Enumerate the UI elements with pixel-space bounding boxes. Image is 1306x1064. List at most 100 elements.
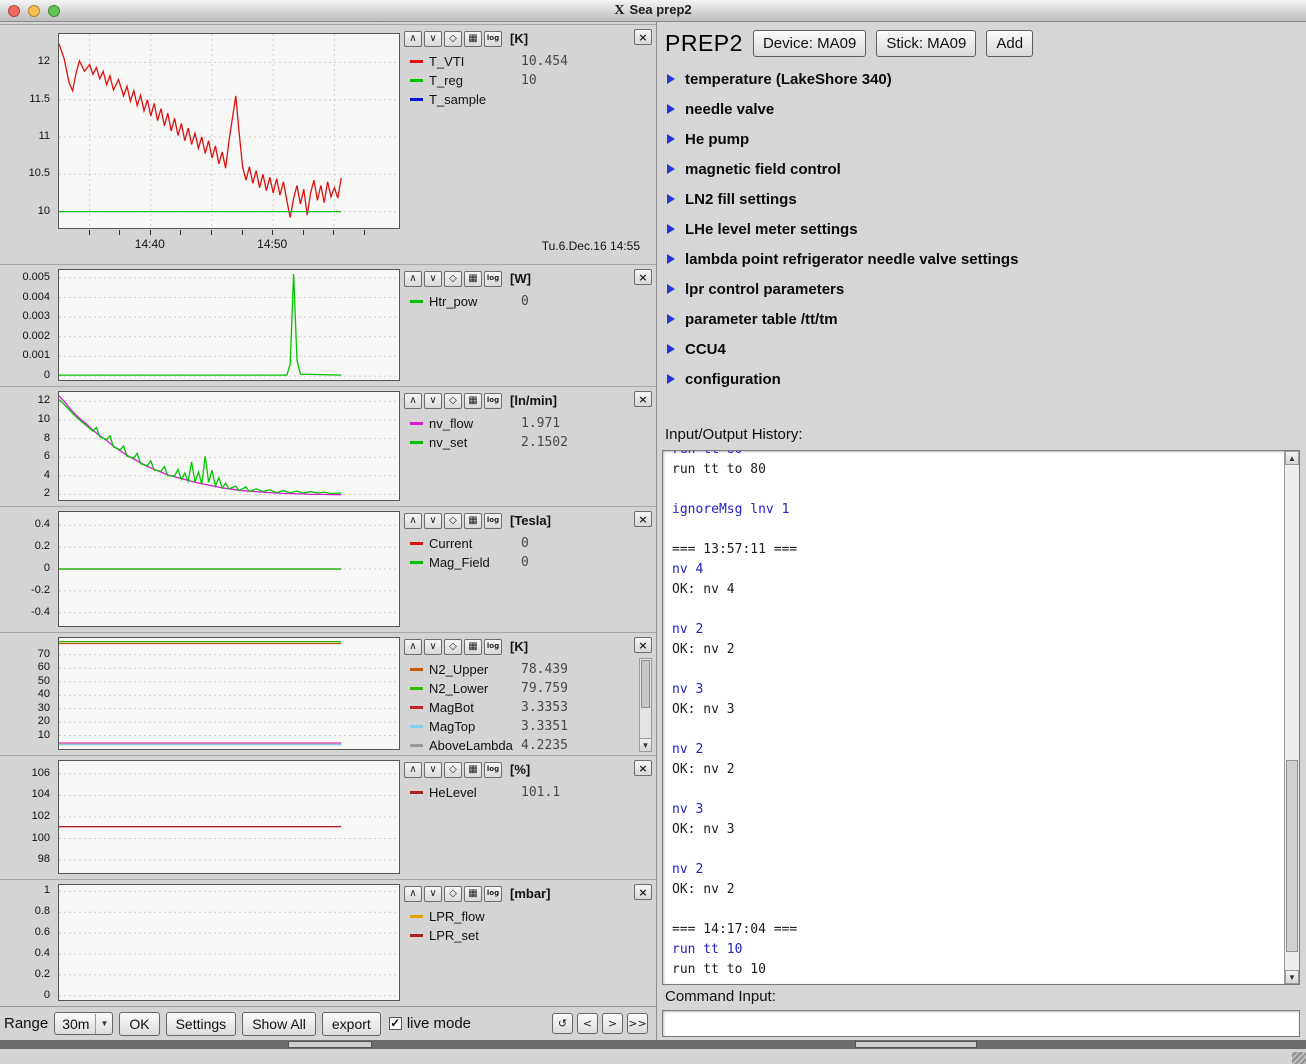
chart-plot[interactable]: [58, 637, 400, 750]
chart-plot[interactable]: [58, 884, 400, 1001]
log-scale-button[interactable]: log: [484, 393, 502, 409]
legend-item[interactable]: HeLevel101.1: [404, 783, 652, 802]
log-scale-button[interactable]: log: [484, 271, 502, 287]
close-chart-button[interactable]: ×: [634, 637, 652, 653]
scroll-up-button[interactable]: ∧: [404, 639, 422, 655]
scroll-down-button[interactable]: ∨: [424, 513, 442, 529]
tree-item[interactable]: parameter table /tt/tm: [667, 304, 1296, 334]
legend-item[interactable]: T_sample: [404, 90, 652, 109]
expand-triangle-icon[interactable]: [667, 284, 675, 294]
live-mode-checkbox[interactable]: ✓: [389, 1017, 402, 1030]
page-right-button[interactable]: >: [602, 1013, 623, 1034]
expand-triangle-icon[interactable]: [667, 164, 675, 174]
close-chart-button[interactable]: ×: [634, 391, 652, 407]
expand-triangle-icon[interactable]: [667, 194, 675, 204]
jump-latest-button[interactable]: >>: [627, 1013, 648, 1034]
autoscale-button[interactable]: ◇: [444, 886, 462, 902]
range-select[interactable]: 30m ▼: [54, 1012, 113, 1035]
scrollbar-thumb[interactable]: [641, 660, 650, 708]
expand-triangle-icon[interactable]: [667, 344, 675, 354]
chart-plot[interactable]: [58, 511, 400, 627]
tree-item[interactable]: lambda point refrigerator needle valve s…: [667, 244, 1296, 274]
legend-item[interactable]: T_VTI10.454: [404, 52, 652, 71]
show-all-button[interactable]: Show All: [242, 1012, 316, 1036]
expand-triangle-icon[interactable]: [667, 254, 675, 264]
scroll-up-button[interactable]: ∧: [404, 513, 422, 529]
tree-item[interactable]: lpr control parameters: [667, 274, 1296, 304]
legend-item[interactable]: Htr_pow0: [404, 292, 652, 311]
history-scrollbar[interactable]: ▲ ▼: [1284, 451, 1299, 984]
stick-button[interactable]: Stick: MA09: [876, 30, 976, 57]
close-chart-button[interactable]: ×: [634, 760, 652, 776]
legend-item[interactable]: N2_Lower79.759: [404, 679, 652, 698]
expand-triangle-icon[interactable]: [667, 314, 675, 324]
scrollbar-thumb[interactable]: [1286, 760, 1298, 952]
io-history[interactable]: run tt 80run tt to 80 ignoreMsg lnv 1 ==…: [662, 450, 1300, 985]
scroll-down-button[interactable]: ∨: [424, 886, 442, 902]
autoscale-button[interactable]: ◇: [444, 31, 462, 47]
replot-button[interactable]: ↺: [552, 1013, 573, 1034]
tree-item[interactable]: LN2 fill settings: [667, 184, 1296, 214]
legend-item[interactable]: nv_flow1.971: [404, 414, 652, 433]
chart-plot[interactable]: [58, 760, 400, 874]
scroll-down-button[interactable]: ∨: [424, 762, 442, 778]
legend-item[interactable]: MagBot3.3353: [404, 698, 652, 717]
close-chart-button[interactable]: ×: [634, 511, 652, 527]
page-left-button[interactable]: <: [577, 1013, 598, 1034]
scroll-down-button[interactable]: ∨: [424, 31, 442, 47]
grid-button[interactable]: ▦: [464, 762, 482, 778]
autoscale-button[interactable]: ◇: [444, 639, 462, 655]
chart-plot[interactable]: [58, 391, 400, 501]
tree-item[interactable]: needle valve: [667, 94, 1296, 124]
close-chart-button[interactable]: ×: [634, 269, 652, 285]
legend-item[interactable]: MagTop3.3351: [404, 717, 652, 736]
tree-item[interactable]: He pump: [667, 124, 1296, 154]
scroll-down-button[interactable]: ∨: [424, 393, 442, 409]
scroll-up-button[interactable]: ∧: [404, 393, 422, 409]
chart-plot[interactable]: [58, 33, 400, 229]
grid-button[interactable]: ▦: [464, 513, 482, 529]
ok-button[interactable]: OK: [119, 1012, 159, 1036]
expand-triangle-icon[interactable]: [667, 74, 675, 84]
log-scale-button[interactable]: log: [484, 513, 502, 529]
legend-item[interactable]: LPR_set: [404, 926, 652, 945]
close-chart-button[interactable]: ×: [634, 884, 652, 900]
autoscale-button[interactable]: ◇: [444, 513, 462, 529]
legend-item[interactable]: Mag_Field0: [404, 553, 652, 572]
export-button[interactable]: export: [322, 1012, 381, 1036]
tree-item[interactable]: temperature (LakeShore 340): [667, 64, 1296, 94]
log-scale-button[interactable]: log: [484, 31, 502, 47]
grid-button[interactable]: ▦: [464, 639, 482, 655]
legend-item[interactable]: N2_Upper78.439: [404, 660, 652, 679]
expand-triangle-icon[interactable]: [667, 374, 675, 384]
expand-triangle-icon[interactable]: [667, 134, 675, 144]
autoscale-button[interactable]: ◇: [444, 271, 462, 287]
grid-button[interactable]: ▦: [464, 271, 482, 287]
scroll-down-arrow-icon[interactable]: ▼: [1285, 970, 1299, 984]
tree-item[interactable]: CCU4: [667, 334, 1296, 364]
expand-triangle-icon[interactable]: [667, 104, 675, 114]
scroll-up-button[interactable]: ∧: [404, 31, 422, 47]
tree-item[interactable]: configuration: [667, 364, 1296, 394]
scroll-down-arrow-icon[interactable]: ▼: [640, 738, 651, 751]
log-scale-button[interactable]: log: [484, 762, 502, 778]
legend-scrollbar[interactable]: ▼: [639, 658, 652, 752]
scroll-up-arrow-icon[interactable]: ▲: [1285, 451, 1299, 465]
legend-item[interactable]: LPR_flow: [404, 907, 652, 926]
scroll-up-button[interactable]: ∧: [404, 762, 422, 778]
scroll-down-button[interactable]: ∨: [424, 639, 442, 655]
add-button[interactable]: Add: [986, 30, 1033, 57]
autoscale-button[interactable]: ◇: [444, 393, 462, 409]
settings-button[interactable]: Settings: [166, 1012, 237, 1036]
chart-plot[interactable]: [58, 269, 400, 381]
resize-grip[interactable]: [1292, 1052, 1306, 1064]
device-button[interactable]: Device: MA09: [753, 30, 866, 57]
log-scale-button[interactable]: log: [484, 886, 502, 902]
command-input[interactable]: [662, 1010, 1300, 1037]
legend-item[interactable]: Current0: [404, 534, 652, 553]
grid-button[interactable]: ▦: [464, 393, 482, 409]
legend-item[interactable]: nv_set2.1502: [404, 433, 652, 452]
grid-button[interactable]: ▦: [464, 31, 482, 47]
log-scale-button[interactable]: log: [484, 639, 502, 655]
grid-button[interactable]: ▦: [464, 886, 482, 902]
